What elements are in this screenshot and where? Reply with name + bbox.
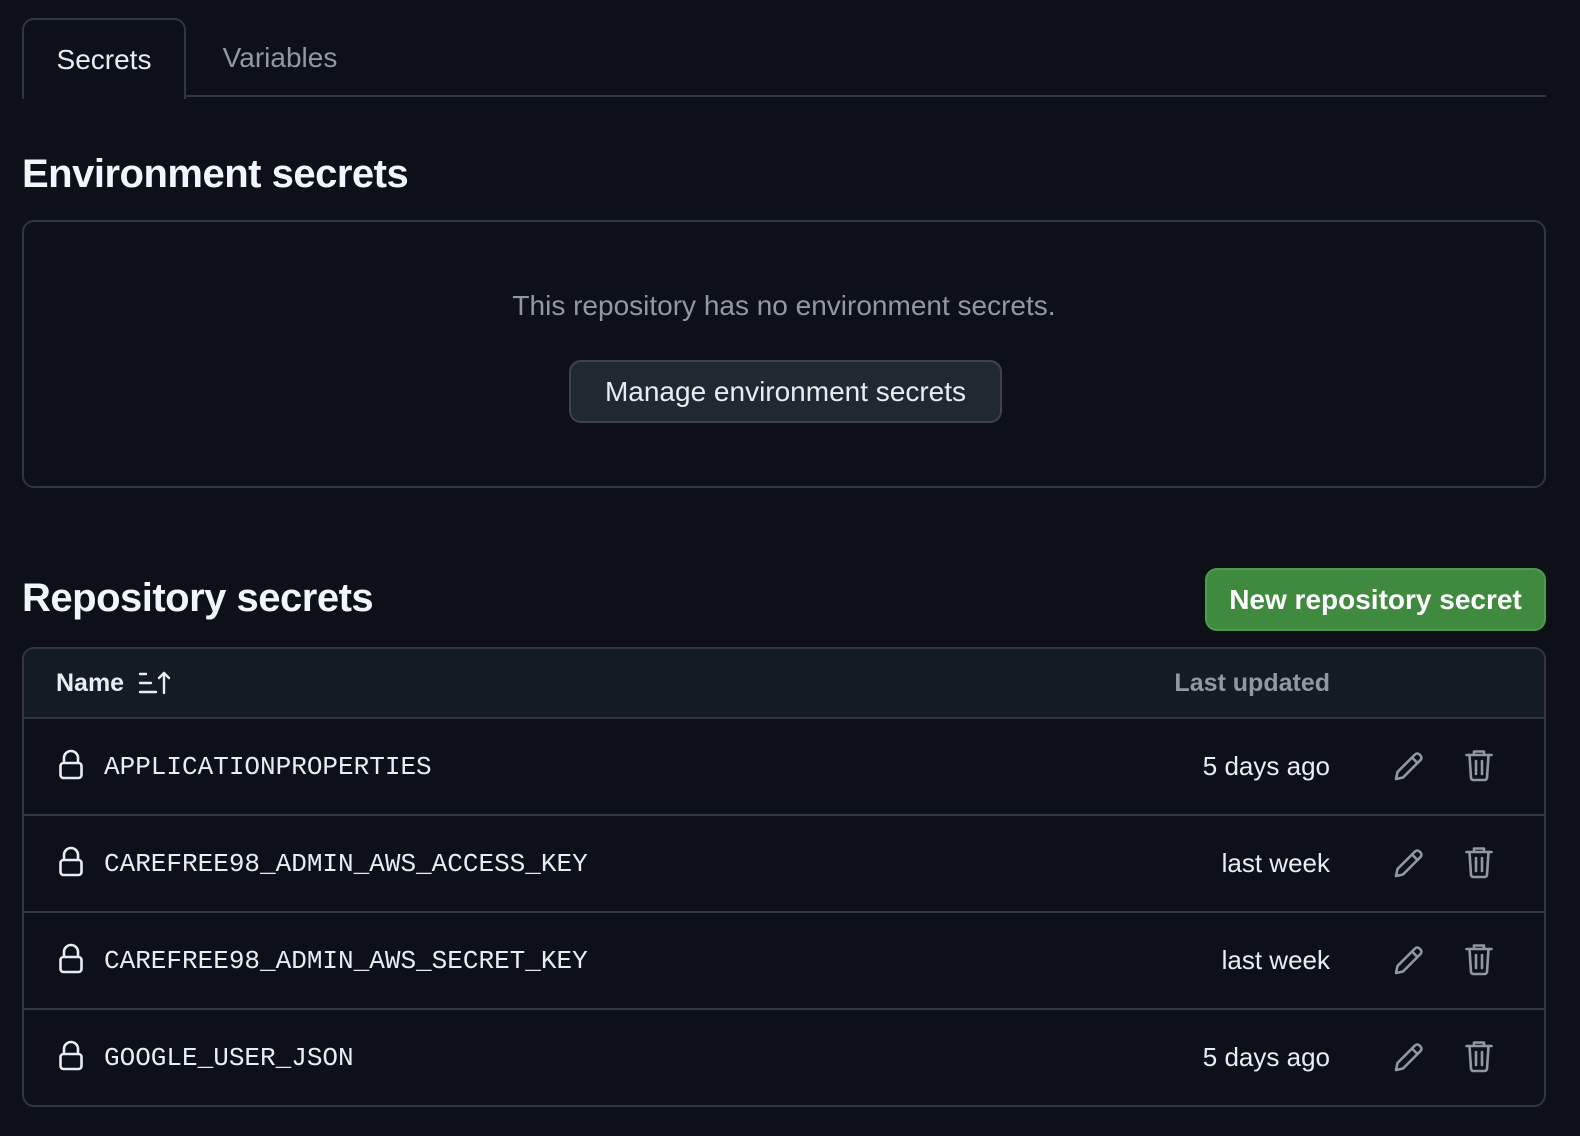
secret-name: CAREFREE98_ADMIN_AWS_SECRET_KEY	[104, 945, 588, 976]
repository-secrets-table: Name Last updated APPLICATIONPROPERTIES …	[22, 647, 1546, 1107]
name-column-header[interactable]: Name	[56, 649, 172, 717]
secret-last-updated: last week	[1221, 848, 1330, 878]
new-repository-secret-button[interactable]: New repository secret	[1205, 568, 1546, 631]
pencil-icon[interactable]	[1392, 846, 1426, 885]
table-header: Name Last updated	[24, 649, 1544, 719]
secret-last-updated: 5 days ago	[1202, 751, 1330, 781]
pencil-icon[interactable]	[1392, 943, 1426, 982]
trash-icon[interactable]	[1464, 748, 1494, 787]
table-row: GOOGLE_USER_JSON 5 days ago	[24, 1010, 1544, 1105]
empty-state-message: This repository has no environment secre…	[512, 290, 1056, 321]
environment-secrets-empty-state: This repository has no environment secre…	[22, 220, 1546, 488]
trash-icon[interactable]	[1464, 1039, 1494, 1078]
secret-last-updated: last week	[1221, 945, 1330, 975]
table-row: CAREFREE98_ADMIN_AWS_ACCESS_KEY last wee…	[24, 816, 1544, 913]
secrets-settings-page: Secrets Variables Environment secrets Th…	[0, 0, 1580, 1136]
pencil-icon[interactable]	[1392, 749, 1426, 788]
trash-icon[interactable]	[1464, 845, 1494, 884]
pencil-icon[interactable]	[1392, 1040, 1426, 1079]
last-updated-column-header: Last updated	[1174, 668, 1330, 697]
secret-last-updated: 5 days ago	[1202, 1042, 1330, 1072]
lock-icon	[58, 846, 84, 883]
repository-secrets-heading: Repository secrets	[22, 576, 374, 620]
tab-secrets[interactable]: Secrets	[22, 18, 186, 99]
secret-name: APPLICATIONPROPERTIES	[104, 751, 432, 782]
tab-variables[interactable]: Variables	[198, 18, 362, 97]
table-row: CAREFREE98_ADMIN_AWS_SECRET_KEY last wee…	[24, 913, 1544, 1010]
name-column-label: Name	[56, 668, 125, 697]
manage-environment-secrets-button[interactable]: Manage environment secrets	[569, 360, 1002, 423]
tab-bar: Secrets Variables	[22, 18, 1546, 99]
secret-name: CAREFREE98_ADMIN_AWS_ACCESS_KEY	[104, 848, 588, 879]
trash-icon[interactable]	[1464, 942, 1494, 981]
sort-ascending-icon[interactable]	[138, 670, 172, 696]
lock-icon	[58, 749, 84, 786]
lock-icon	[58, 1040, 84, 1077]
secret-name: GOOGLE_USER_JSON	[104, 1042, 354, 1073]
table-row: APPLICATIONPROPERTIES 5 days ago	[24, 719, 1544, 816]
environment-secrets-heading: Environment secrets	[22, 152, 409, 196]
lock-icon	[58, 943, 84, 980]
